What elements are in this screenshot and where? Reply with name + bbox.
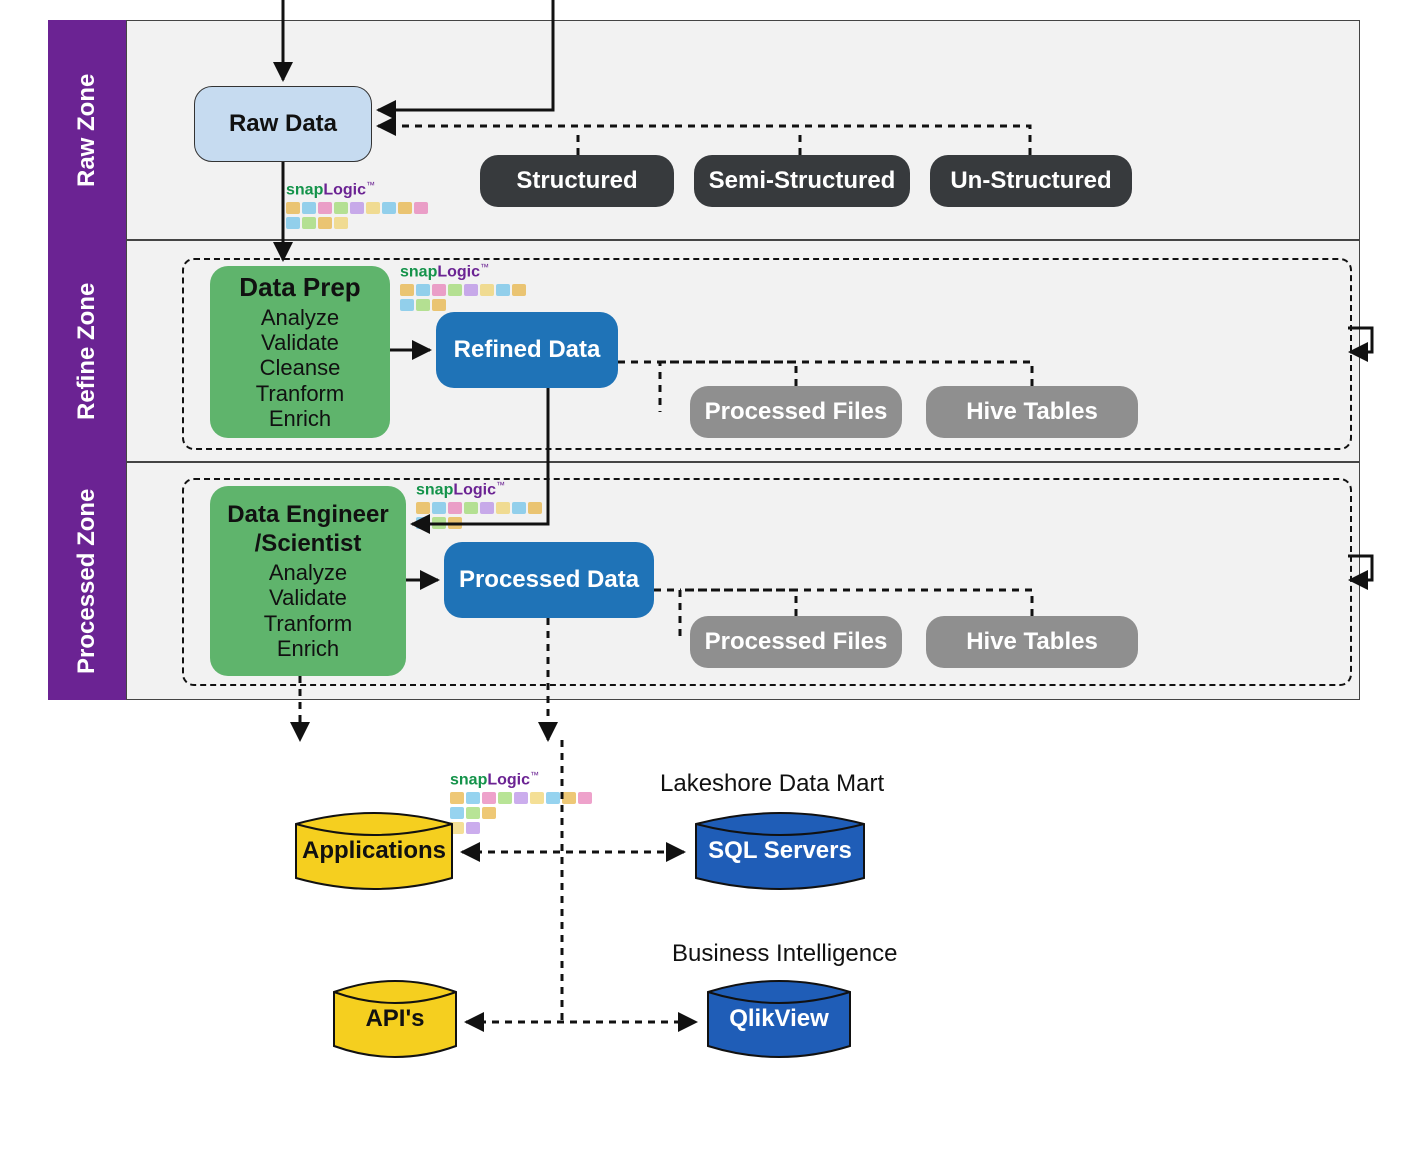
data-prep-title: Data Prep: [239, 273, 360, 303]
structured-label: Structured: [516, 167, 637, 195]
structured-node: Structured: [480, 155, 674, 207]
semi-structured-node: Semi-Structured: [694, 155, 910, 207]
processed-data-label: Processed Data: [459, 566, 639, 594]
data-engineer-analyze: Analyze: [269, 560, 347, 585]
raw-data-label: Raw Data: [229, 110, 337, 138]
processed-hive-tables-node: Hive Tables: [926, 616, 1138, 668]
sql-servers-cylinder: SQL Servers: [692, 808, 868, 894]
semi-structured-label: Semi-Structured: [709, 167, 896, 195]
zone-label-refine-text: Refine Zone: [73, 282, 101, 419]
qlikview-cylinder: QlikView: [704, 976, 854, 1062]
lakeshore-title: Lakeshore Data Mart: [660, 770, 884, 798]
data-prep-node: Data Prep Analyze Validate Cleanse Tranf…: [210, 266, 390, 438]
zone-label-refine: Refine Zone: [48, 240, 126, 462]
snaplogic-badge-consumers: snapLogic™: [450, 770, 610, 834]
un-structured-label: Un-Structured: [950, 167, 1111, 195]
processed-files-node: Processed Files: [690, 616, 902, 668]
qlikview-label: QlikView: [729, 1005, 829, 1033]
apis-label: API's: [365, 1005, 424, 1033]
zone-label-processed-text: Processed Zone: [73, 488, 101, 673]
snaplogic-badge-raw: snapLogic™: [286, 180, 446, 229]
snaplogic-logic-4: Logic: [487, 771, 530, 788]
snaplogic-icon: [416, 502, 576, 529]
processed-files-label: Processed Files: [705, 628, 888, 656]
snaplogic-badge-processed: snapLogic™: [416, 480, 576, 529]
raw-data-node: Raw Data: [194, 86, 372, 162]
zone-label-processed: Processed Zone: [48, 462, 126, 700]
snaplogic-snap-3: snap: [416, 481, 453, 498]
snaplogic-logic-2: Logic: [437, 263, 480, 280]
snaplogic-icon: [450, 792, 610, 834]
data-engineer-enrich: Enrich: [277, 636, 339, 661]
snaplogic-snap-1: snap: [286, 181, 323, 198]
snaplogic-snap-4: snap: [450, 771, 487, 788]
processed-data-node: Processed Data: [444, 542, 654, 618]
snaplogic-icon: [286, 202, 446, 229]
data-engineer-title2: /Scientist: [255, 530, 362, 558]
bi-title: Business Intelligence: [672, 940, 897, 968]
snaplogic-snap-2: snap: [400, 263, 437, 280]
refine-processed-files-label: Processed Files: [705, 398, 888, 426]
processed-hive-tables-label: Hive Tables: [966, 628, 1098, 656]
data-prep-validate: Validate: [261, 330, 339, 355]
data-prep-enrich: Enrich: [269, 406, 331, 431]
apis-cylinder: API's: [330, 976, 460, 1062]
snaplogic-badge-refine: snapLogic™: [400, 262, 560, 311]
data-engineer-transform: Tranform: [264, 611, 352, 636]
zone-label-raw-text: Raw Zone: [73, 73, 101, 186]
un-structured-node: Un-Structured: [930, 155, 1132, 207]
data-prep-transform: Tranform: [256, 381, 344, 406]
refined-data-label: Refined Data: [454, 336, 601, 364]
snaplogic-logic-1: Logic: [323, 181, 366, 198]
applications-label: Applications: [302, 837, 446, 865]
data-engineer-validate: Validate: [269, 585, 347, 610]
data-engineer-title1: Data Engineer: [227, 501, 388, 529]
snaplogic-icon: [400, 284, 560, 311]
applications-cylinder: Applications: [292, 808, 456, 894]
data-prep-analyze: Analyze: [261, 305, 339, 330]
sql-servers-label: SQL Servers: [708, 837, 852, 865]
diagram-canvas: Raw Zone Refine Zone Processed Zone Raw …: [0, 0, 1419, 1150]
refined-data-node: Refined Data: [436, 312, 618, 388]
snaplogic-logic-3: Logic: [453, 481, 496, 498]
data-engineer-node: Data Engineer /Scientist Analyze Validat…: [210, 486, 406, 676]
refine-processed-files-node: Processed Files: [690, 386, 902, 438]
data-prep-cleanse: Cleanse: [260, 355, 341, 380]
refine-hive-tables-node: Hive Tables: [926, 386, 1138, 438]
zone-label-raw: Raw Zone: [48, 20, 126, 240]
refine-hive-tables-label: Hive Tables: [966, 398, 1098, 426]
